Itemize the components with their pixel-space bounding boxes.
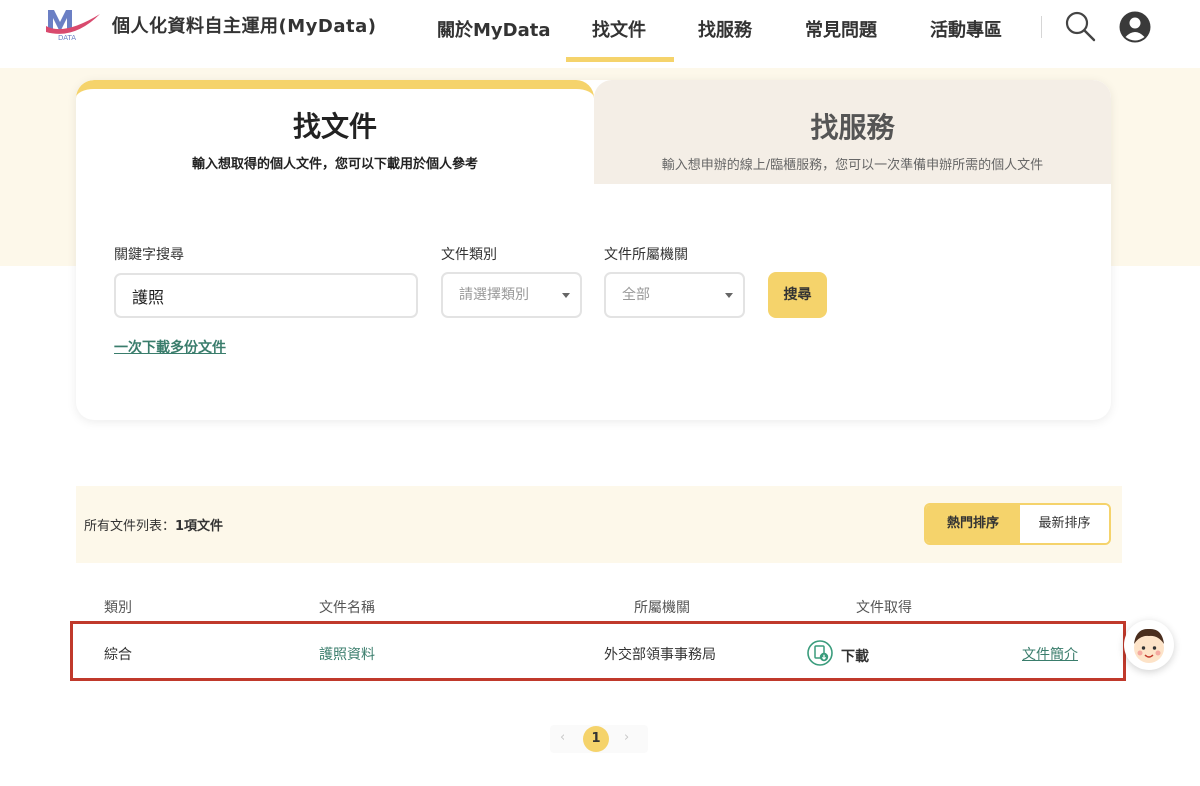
document-intro-link[interactable]: 文件簡介: [1022, 644, 1078, 664]
download-label: 下載: [841, 649, 869, 665]
search-card: 找文件 輸入想取得的個人文件，您可以下載用於個人參考 找服務 輸入想申辦的線上/…: [76, 80, 1111, 420]
site-title[interactable]: 個人化資料自主運用(MyData): [112, 12, 376, 38]
sort-toggle: 熱門排序 最新排序: [924, 503, 1111, 545]
site-header: DATA 個人化資料自主運用(MyData) 關於MyData 找文件 找服務 …: [0, 0, 1200, 68]
user-account-icon[interactable]: [1119, 11, 1151, 43]
keyword-search-input[interactable]: [114, 273, 418, 318]
agency-select[interactable]: 全部: [604, 272, 745, 318]
tab-find-services-title: 找服務: [810, 111, 895, 144]
sort-popular-button[interactable]: 熱門排序: [926, 505, 1020, 543]
search-icon[interactable]: [1064, 10, 1096, 42]
column-header-category: 類別: [104, 600, 132, 616]
nav-find-docs[interactable]: 找文件: [592, 16, 646, 42]
pagination-next-button[interactable]: ›: [624, 730, 629, 745]
column-header-agency: 所屬機關: [634, 600, 690, 616]
pagination-page-1[interactable]: 1: [583, 726, 609, 752]
search-button[interactable]: 搜尋: [768, 272, 827, 318]
pagination: ‹ 1 ›: [550, 725, 648, 753]
chevron-down-icon: [562, 293, 570, 298]
row-category: 綜合: [104, 647, 132, 663]
keyword-label: 關鍵字搜尋: [114, 247, 184, 263]
tab-find-services-subtitle: 輸入想申辦的線上/臨櫃服務，您可以一次準備申辦所需的個人文件: [661, 158, 1044, 173]
column-header-name: 文件名稱: [319, 600, 375, 616]
tab-find-docs-subtitle: 輸入想取得的個人文件，您可以下載用於個人參考: [191, 157, 478, 172]
tab-find-services[interactable]: 找服務 輸入想申辦的線上/臨櫃服務，您可以一次準備申辦所需的個人文件: [594, 80, 1111, 184]
pagination-prev-button[interactable]: ‹: [560, 730, 565, 745]
table-row: 綜合 護照資料 外交部領事事務局 下載 文件簡介: [70, 621, 1126, 681]
download-icon: [807, 640, 833, 666]
bulk-download-link[interactable]: 一次下載多份文件: [114, 337, 226, 357]
agency-select-value: 全部: [622, 287, 650, 303]
results-count-value: 1項文件: [175, 519, 224, 534]
nav-divider: [1041, 16, 1042, 38]
nav-faq[interactable]: 常見問題: [805, 16, 877, 42]
svg-text:DATA: DATA: [58, 34, 76, 42]
row-agency: 外交部領事事務局: [604, 647, 716, 663]
sort-newest-button[interactable]: 最新排序: [1020, 505, 1109, 543]
category-select-placeholder: 請選擇類別: [459, 287, 529, 303]
row-document-name-link[interactable]: 護照資料: [319, 644, 375, 664]
nav-events[interactable]: 活動專區: [930, 16, 1002, 42]
category-label: 文件類別: [441, 247, 497, 263]
category-select[interactable]: 請選擇類別: [441, 272, 582, 318]
assistant-avatar-icon[interactable]: [1124, 620, 1174, 670]
results-toolbar: 所有文件列表：1項文件 熱門排序 最新排序: [76, 486, 1122, 563]
column-header-obtain: 文件取得: [856, 600, 912, 616]
mydata-logo[interactable]: DATA: [44, 6, 102, 42]
nav-find-services[interactable]: 找服務: [698, 16, 752, 42]
results-count-prefix: 所有文件列表：: [84, 519, 176, 534]
nav-active-indicator: [566, 57, 674, 62]
nav-about[interactable]: 關於MyData: [437, 16, 550, 42]
chevron-down-icon: [725, 293, 733, 298]
agency-label: 文件所屬機關: [604, 247, 688, 263]
tab-find-docs-title: 找文件: [292, 110, 377, 143]
results-count: 所有文件列表：1項文件: [84, 515, 223, 534]
tab-find-docs[interactable]: 找文件 輸入想取得的個人文件，您可以下載用於個人參考: [76, 80, 594, 184]
